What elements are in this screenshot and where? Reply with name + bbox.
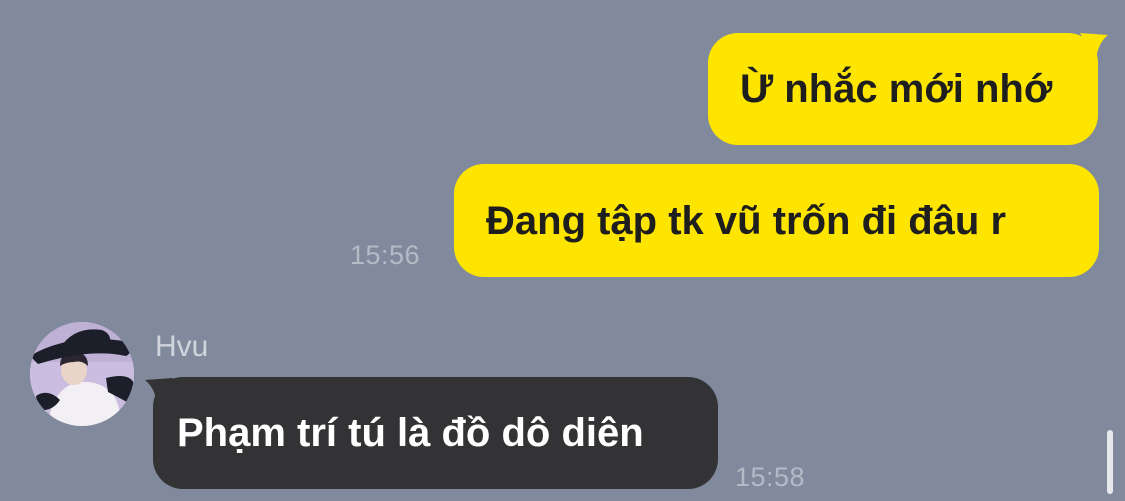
avatar-photo-icon [30, 322, 134, 426]
message-text: Đang tập tk vũ trốn đi đâu r [486, 198, 1007, 243]
message-text: Phạm trí tú là đồ dô diên [177, 411, 644, 455]
scrollbar-thumb[interactable] [1107, 430, 1113, 494]
outgoing-message-bubble[interactable]: Đang tập tk vũ trốn đi đâu r [454, 164, 1099, 277]
outgoing-message-bubble[interactable]: Ừ nhắc mới nhớ [708, 33, 1098, 145]
chat-window: Ừ nhắc mới nhớ Đang tập tk vũ trốn đi đâ… [0, 0, 1125, 501]
incoming-message-bubble[interactable]: Phạm trí tú là đồ dô diên [153, 377, 718, 489]
bubble-tail [1080, 33, 1108, 59]
message-timestamp: 15:56 [350, 240, 421, 270]
message-text: Ừ nhắc mới nhớ [740, 67, 1053, 111]
sender-name: Hvu [155, 330, 209, 363]
sender-avatar[interactable] [30, 322, 134, 426]
message-timestamp: 15:58 [735, 462, 806, 492]
